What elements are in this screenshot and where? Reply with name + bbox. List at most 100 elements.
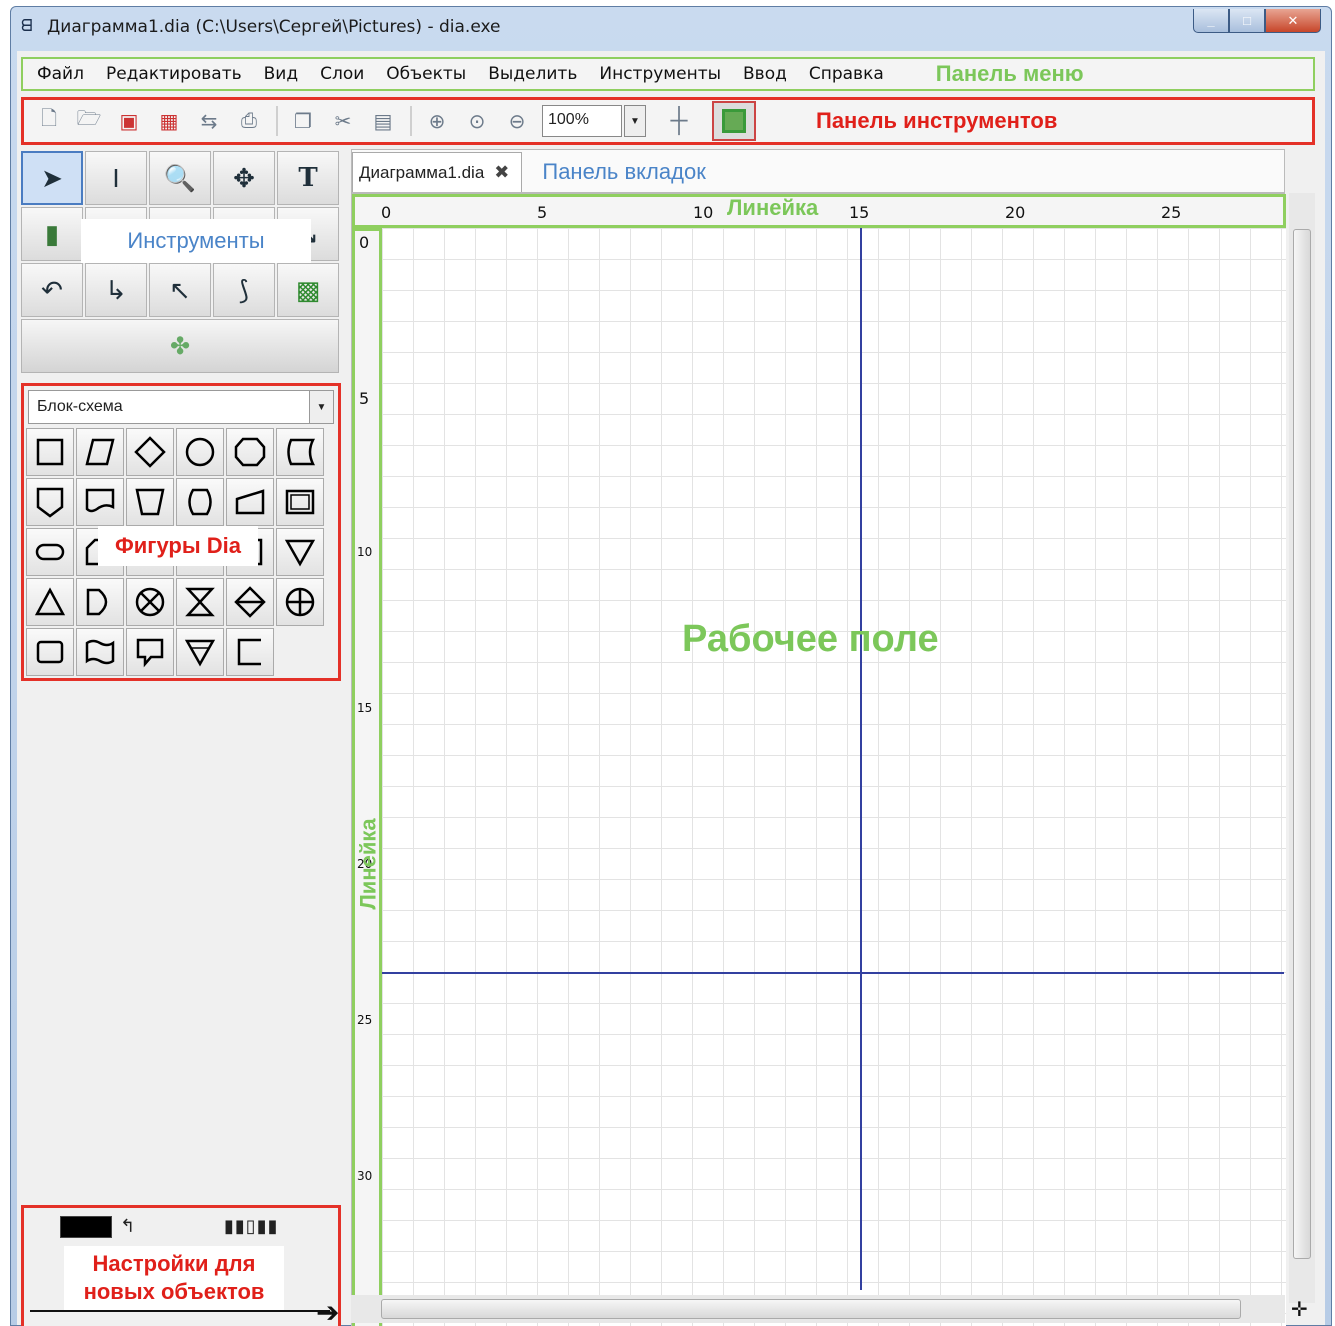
paste-icon[interactable]: ▤	[368, 106, 398, 136]
shape-offpage[interactable]	[26, 478, 74, 526]
shape-document[interactable]	[76, 478, 124, 526]
display-icon	[188, 488, 212, 516]
sheet-select-value: Блок-схема	[37, 398, 123, 415]
text-tool-button[interactable]: T	[277, 151, 339, 205]
or-icon	[285, 587, 315, 617]
close-button[interactable]: ✕	[1265, 9, 1321, 33]
grid-toggle-icon[interactable]: ┼	[664, 106, 694, 136]
shape-stored-data[interactable]	[276, 428, 324, 476]
arc-tool-button[interactable]: ↶	[21, 263, 83, 317]
shape-connector[interactable]	[176, 428, 224, 476]
cut-icon[interactable]: ✂	[328, 106, 358, 136]
sort-icon	[234, 586, 266, 618]
foreground-color-swatch[interactable]	[60, 1216, 112, 1238]
menu-file[interactable]: Файл	[37, 64, 84, 84]
copy-icon[interactable]: ❐	[288, 106, 318, 136]
box-tool-button[interactable]: ▮	[21, 207, 83, 261]
toolbar-separator	[410, 106, 412, 136]
vertical-scroll-thumb[interactable]	[1293, 229, 1311, 1259]
merge-icon	[284, 539, 316, 567]
outline-tool-button[interactable]: ✤	[21, 319, 339, 373]
save-icon[interactable]: ▣	[114, 106, 144, 136]
save-as-icon[interactable]: ▦	[154, 106, 184, 136]
shape-collate[interactable]	[176, 578, 224, 626]
shape-delay-2[interactable]	[76, 578, 124, 626]
line-style-preview[interactable]	[30, 1310, 330, 1312]
shape-display[interactable]	[176, 478, 224, 526]
navigate-icon[interactable]: ✛	[1291, 1297, 1308, 1322]
sheet-select[interactable]: Блок-схема ▼	[28, 390, 334, 424]
shape-terminal[interactable]	[26, 528, 74, 576]
menu-objects[interactable]: Объекты	[386, 64, 466, 84]
snap-to-grid-button[interactable]	[712, 101, 756, 141]
chevron-down-icon[interactable]: ▼	[309, 391, 333, 423]
menu-select[interactable]: Выделить	[488, 64, 577, 84]
export-icon[interactable]: ⇆	[194, 106, 224, 136]
new-object-settings-panel: ↰ ▮▮▯▮▮ Настройки для новых объектов ➔	[21, 1205, 341, 1326]
shape-punched-tape[interactable]	[76, 628, 124, 676]
shape-merge[interactable]	[176, 628, 224, 676]
magnify-tool-button[interactable]: 🔍	[149, 151, 211, 205]
hruler-label: 25	[1161, 203, 1182, 222]
shape-decision[interactable]	[126, 428, 174, 476]
manual-input-icon	[235, 489, 265, 515]
vertical-scrollbar[interactable]	[1289, 193, 1315, 1303]
shape-annotation[interactable]	[226, 628, 274, 676]
minimize-button[interactable]: _	[1193, 9, 1229, 33]
zigzag-tool-button[interactable]: ↳	[85, 263, 147, 317]
menu-input[interactable]: Ввод	[743, 64, 787, 84]
maximize-button[interactable]: □	[1229, 9, 1265, 33]
drawing-grid[interactable]: Рабочее поле	[382, 228, 1286, 1326]
menu-edit[interactable]: Редактировать	[106, 64, 242, 84]
menu-tools[interactable]: Инструменты	[599, 64, 721, 84]
shape-manual-op[interactable]	[126, 478, 174, 526]
toolbar-separator	[276, 106, 278, 136]
image-tool-button[interactable]: ▩	[277, 263, 339, 317]
bezier-tool-button[interactable]: ⟆	[213, 263, 275, 317]
scroll-tool-button[interactable]: ✥	[213, 151, 275, 205]
bezier-icon: ⟆	[238, 274, 250, 305]
octagon-icon	[234, 437, 266, 467]
shape-sort[interactable]	[226, 578, 274, 626]
shape-manual-input[interactable]	[226, 478, 274, 526]
shape-preparation[interactable]	[226, 428, 274, 476]
menu-layers[interactable]: Слои	[320, 64, 364, 84]
horizontal-ruler: 0 5 10 15 20 25 Линейка	[352, 194, 1286, 228]
shape-extract-up[interactable]	[26, 578, 74, 626]
open-icon[interactable]: 🗁	[74, 106, 104, 136]
menu-bar-annotation: Панель меню	[935, 61, 1084, 86]
hruler-annotation: Линейка	[727, 195, 819, 220]
toolbar-annotation: Панель инструментов	[816, 108, 1058, 133]
pointer-tool-button[interactable]: ➤	[21, 151, 83, 205]
hourglass-icon	[185, 587, 215, 617]
line-width-selector[interactable]: ▮▮▯▮▮	[224, 1216, 279, 1237]
shape-process[interactable]	[26, 428, 74, 476]
menu-help[interactable]: Справка	[809, 64, 884, 84]
zoom-out-icon[interactable]: ⊖	[502, 106, 532, 136]
shape-rounded-rect[interactable]	[26, 628, 74, 676]
shape-comment[interactable]	[126, 628, 174, 676]
window-title: Диаграмма1.dia (C:\Users\Сергей\Pictures…	[47, 17, 501, 37]
horizontal-scroll-thumb[interactable]	[381, 1299, 1241, 1319]
circle-icon	[185, 437, 215, 467]
shape-predefined[interactable]	[276, 478, 324, 526]
shape-summing[interactable]	[126, 578, 174, 626]
shape-input-output[interactable]	[76, 428, 124, 476]
new-icon[interactable]: 🗋	[34, 106, 64, 136]
shape-or[interactable]	[276, 578, 324, 626]
toolbox-annotation: Инструменты	[127, 228, 265, 253]
print-icon[interactable]: ⎙	[234, 106, 264, 136]
polyline-tool-button[interactable]: ↖	[149, 263, 211, 317]
text-edit-tool-button[interactable]: I	[85, 151, 147, 205]
menu-view[interactable]: Вид	[264, 64, 298, 84]
close-tab-icon[interactable]: ✖	[494, 162, 509, 183]
zoom-dropdown-button[interactable]: ▼	[624, 105, 646, 137]
horizontal-scrollbar[interactable]	[351, 1295, 1285, 1323]
zoom-input[interactable]: 100%	[542, 105, 622, 137]
zoom-in-icon[interactable]: ⊕	[422, 106, 452, 136]
zoom-fit-icon[interactable]: ⊙	[462, 106, 492, 136]
swap-colors-icon[interactable]: ↰	[120, 1216, 135, 1237]
tab-diagram[interactable]: Диаграмма1.dia ✖	[352, 152, 523, 192]
shape-extract[interactable]	[276, 528, 324, 576]
arrow-end-icon[interactable]: ➔	[316, 1296, 339, 1326]
